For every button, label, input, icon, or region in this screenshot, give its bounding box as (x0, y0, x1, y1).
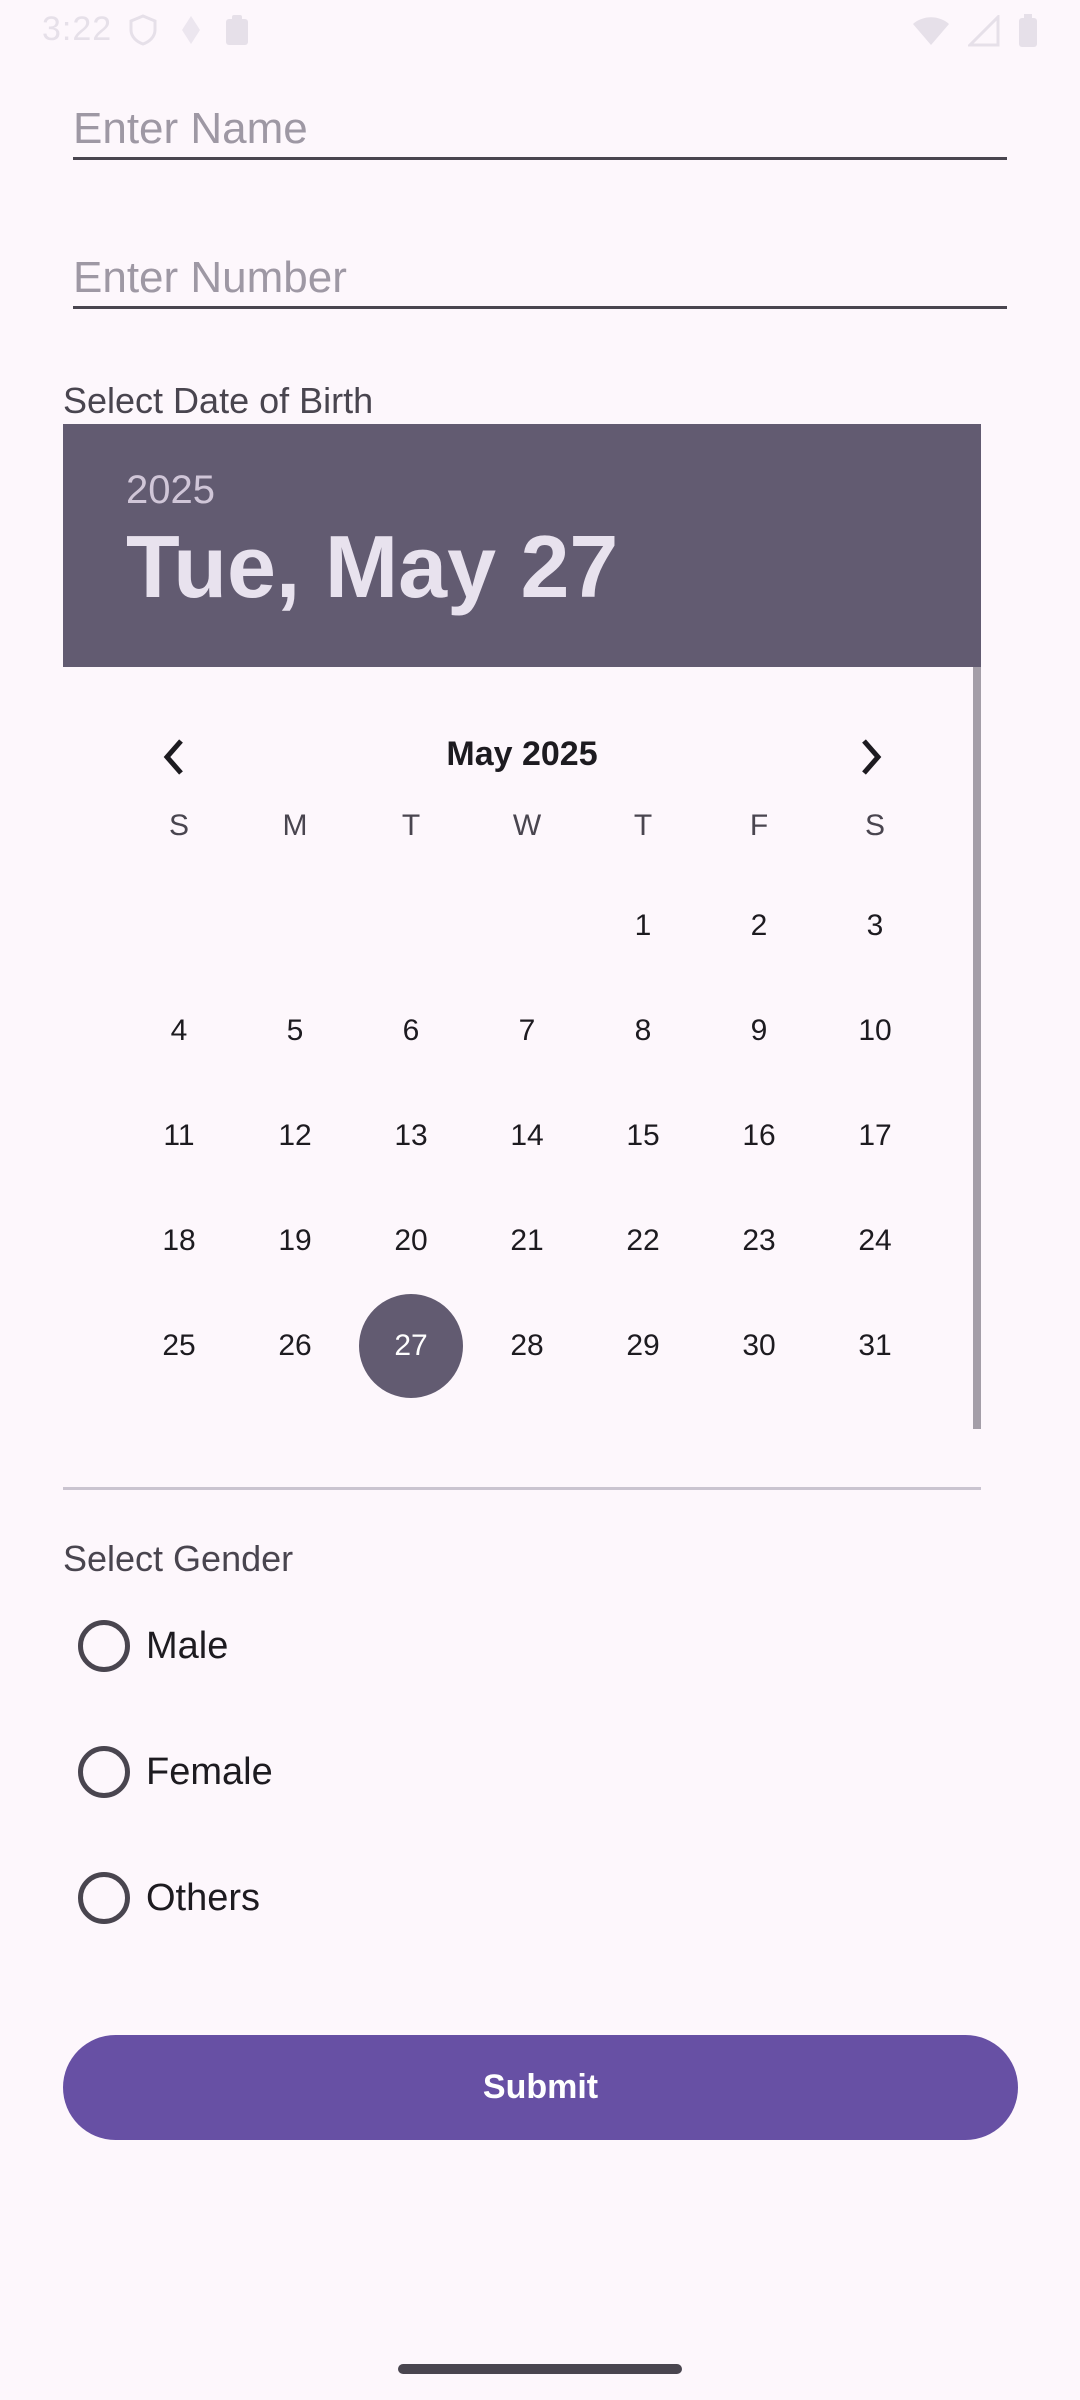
calendar-day[interactable]: 6 (359, 979, 463, 1083)
calendar-day[interactable]: 9 (707, 979, 811, 1083)
gesture-nav-handle[interactable] (398, 2364, 682, 2374)
calendar-day[interactable]: 15 (591, 1084, 695, 1188)
radio-button-icon[interactable] (78, 1872, 130, 1924)
signal-icon (968, 15, 1000, 47)
status-time: 3:22 (42, 10, 113, 48)
calendar-day[interactable]: 13 (359, 1084, 463, 1188)
radio-button-icon[interactable] (78, 1620, 130, 1672)
status-bar: 3:22 (0, 0, 1080, 64)
divider (63, 1487, 981, 1490)
calendar-day[interactable]: 26 (243, 1294, 347, 1398)
calendar-day[interactable]: 2 (707, 874, 811, 978)
date-picker-calendar: May 2025 SMTWTFS 1 2 3 4 5 6 7 8 9 10 11 12 13 14 15 16… (63, 667, 981, 1429)
radio-others[interactable]: Others (78, 1868, 260, 1928)
calendar-day[interactable]: 30 (707, 1294, 811, 1398)
shield-icon (129, 14, 157, 46)
weekday-label: W (512, 809, 542, 842)
name-input[interactable] (73, 100, 1007, 157)
calendar-day[interactable]: 21 (475, 1189, 579, 1293)
weekday-label: T (633, 809, 653, 842)
wifi-icon (913, 17, 949, 45)
gender-label: Select Gender (63, 1538, 294, 1579)
calendar-day[interactable]: 18 (127, 1189, 231, 1293)
calendar-day[interactable]: 28 (475, 1294, 579, 1398)
calendar-day[interactable]: 24 (823, 1189, 927, 1293)
calendar-day[interactable]: 10 (823, 979, 927, 1083)
weekday-label: F (749, 809, 769, 842)
calendar-day[interactable]: 14 (475, 1084, 579, 1188)
weekday-label: S (864, 809, 885, 842)
calendar-day[interactable]: 3 (823, 874, 927, 978)
calendar-day[interactable]: 5 (243, 979, 347, 1083)
radio-label-others: Others (146, 1876, 261, 1919)
weekday-label: T (401, 809, 421, 842)
radio-button-icon[interactable] (78, 1746, 130, 1798)
radio-female[interactable]: Female (78, 1742, 273, 1802)
number-input[interactable] (73, 249, 1007, 306)
weekday-label: M (282, 809, 308, 842)
calendar-day[interactable]: 4 (127, 979, 231, 1083)
submit-button[interactable]: Submit (63, 2035, 1018, 2140)
clipboard-icon (226, 15, 248, 45)
calendar-day[interactable]: 8 (591, 979, 695, 1083)
dob-label: Select Date of Birth (63, 380, 374, 421)
calendar-day[interactable]: 16 (707, 1084, 811, 1188)
calendar-day[interactable]: 29 (591, 1294, 695, 1398)
calendar-day[interactable]: 7 (475, 979, 579, 1083)
chevron-right-icon (862, 739, 882, 775)
name-field-container (73, 100, 1007, 160)
number-field-container (73, 249, 1007, 309)
calendar-day[interactable]: 25 (127, 1294, 231, 1398)
calendar-day[interactable]: 1 (591, 874, 695, 978)
calendar-day[interactable]: 22 (591, 1189, 695, 1293)
calendar-day[interactable]: 19 (243, 1189, 347, 1293)
calendar-scrollbar[interactable] (973, 667, 981, 1429)
calendar-day[interactable]: 31 (823, 1294, 927, 1398)
calendar-day-selected[interactable]: 27 (359, 1294, 463, 1398)
navigation-icon (182, 16, 200, 44)
calendar-day[interactable]: 17 (823, 1084, 927, 1188)
radio-label-male: Male (146, 1624, 229, 1667)
picker-selected-date[interactable]: Tue, May 27 (126, 516, 618, 618)
calendar-day[interactable]: 11 (127, 1084, 231, 1188)
radio-male[interactable]: Male (78, 1616, 228, 1676)
picker-year[interactable]: 2025 (126, 468, 215, 513)
battery-icon (1019, 14, 1037, 47)
calendar-day[interactable]: 12 (243, 1084, 347, 1188)
date-picker-header: 2025 Tue, May 27 (63, 424, 981, 667)
weekday-label: S (168, 809, 189, 842)
calendar-day[interactable]: 23 (707, 1189, 811, 1293)
calendar-day[interactable]: 20 (359, 1189, 463, 1293)
radio-label-female: Female (146, 1750, 273, 1793)
